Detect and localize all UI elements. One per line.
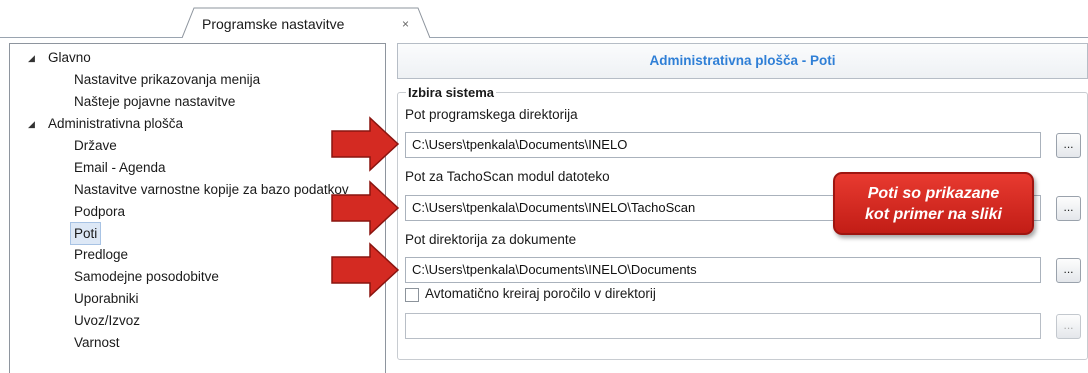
- program-directory-label: Pot programskega direktorija: [405, 107, 578, 122]
- tree-item-varnost[interactable]: Varnost: [74, 332, 120, 353]
- tree-item-samodejne-posodobitve[interactable]: Samodejne posodobitve: [74, 266, 219, 287]
- tree-item-email-agenda[interactable]: Email - Agenda: [74, 157, 166, 178]
- tree-item-glavno[interactable]: Glavno: [48, 47, 91, 68]
- collapse-triangle-icon[interactable]: ◢: [28, 119, 35, 130]
- tree-item-administrativna-plosca[interactable]: Administrativna plošča: [48, 113, 183, 134]
- tree-item-nastavitve-varnostne-kopije[interactable]: Nastavitve varnostne kopije za bazo poda…: [74, 179, 349, 200]
- auto-report-checkbox[interactable]: [405, 288, 419, 302]
- group-title: Izbira sistema: [406, 85, 496, 100]
- tree-item-podpora[interactable]: Podpora: [74, 201, 125, 222]
- program-directory-input[interactable]: C:\Users\tpenkala\Documents\INELO: [405, 132, 1041, 158]
- documents-directory-label: Pot direktorija za dokumente: [405, 232, 577, 247]
- tree-item-predloge[interactable]: Predloge: [74, 244, 128, 265]
- report-directory-input[interactable]: [405, 313, 1041, 339]
- tab-label: Programske nastavitve: [202, 16, 345, 32]
- tree-item-drzave[interactable]: Države: [74, 135, 117, 156]
- auto-report-checkbox-label: Avtomatično kreiraj poročilo v direktori…: [425, 286, 656, 301]
- tab-programske-nastavitve[interactable]: Programske nastavitve ×: [182, 7, 430, 38]
- close-icon[interactable]: ×: [402, 17, 409, 31]
- tree-item-poti[interactable]: Poti: [70, 222, 102, 245]
- example-paths-callout: Poti so prikazane kot primer na sliki: [833, 172, 1034, 235]
- browse-program-directory-button[interactable]: ...: [1056, 133, 1081, 158]
- tab-strip-divider: [0, 37, 1088, 38]
- callout-line-2: kot primer na sliki: [865, 206, 1002, 223]
- browse-documents-directory-button[interactable]: ...: [1056, 258, 1081, 283]
- tree-item-nasteje-pojavne-nastavitve[interactable]: Našteje pojavne nastavitve: [74, 91, 235, 112]
- tachoscan-path-label: Pot za TachoScan modul datoteko: [405, 169, 610, 184]
- arrow-icon: [331, 180, 400, 236]
- tree-item-uvoz-izvoz[interactable]: Uvoz/Izvoz: [74, 310, 140, 331]
- callout-line-1: Poti so prikazane: [867, 185, 1000, 202]
- tree-item-uporabniki[interactable]: Uporabniki: [74, 288, 139, 309]
- documents-directory-input[interactable]: C:\Users\tpenkala\Documents\INELO\Docume…: [405, 257, 1041, 283]
- collapse-triangle-icon[interactable]: ◢: [28, 53, 35, 64]
- browse-report-directory-button[interactable]: ...: [1056, 314, 1081, 339]
- browse-tachoscan-path-button[interactable]: ...: [1056, 196, 1081, 221]
- tab-strip: Programske nastavitve ×: [0, 0, 1088, 38]
- arrow-icon: [331, 116, 400, 172]
- arrow-icon: [331, 242, 400, 298]
- tree-item-nastavitve-prikazovanja-menija[interactable]: Nastavitve prikazovanja menija: [74, 69, 260, 90]
- panel-header: Administrativna plošča - Poti: [397, 43, 1088, 79]
